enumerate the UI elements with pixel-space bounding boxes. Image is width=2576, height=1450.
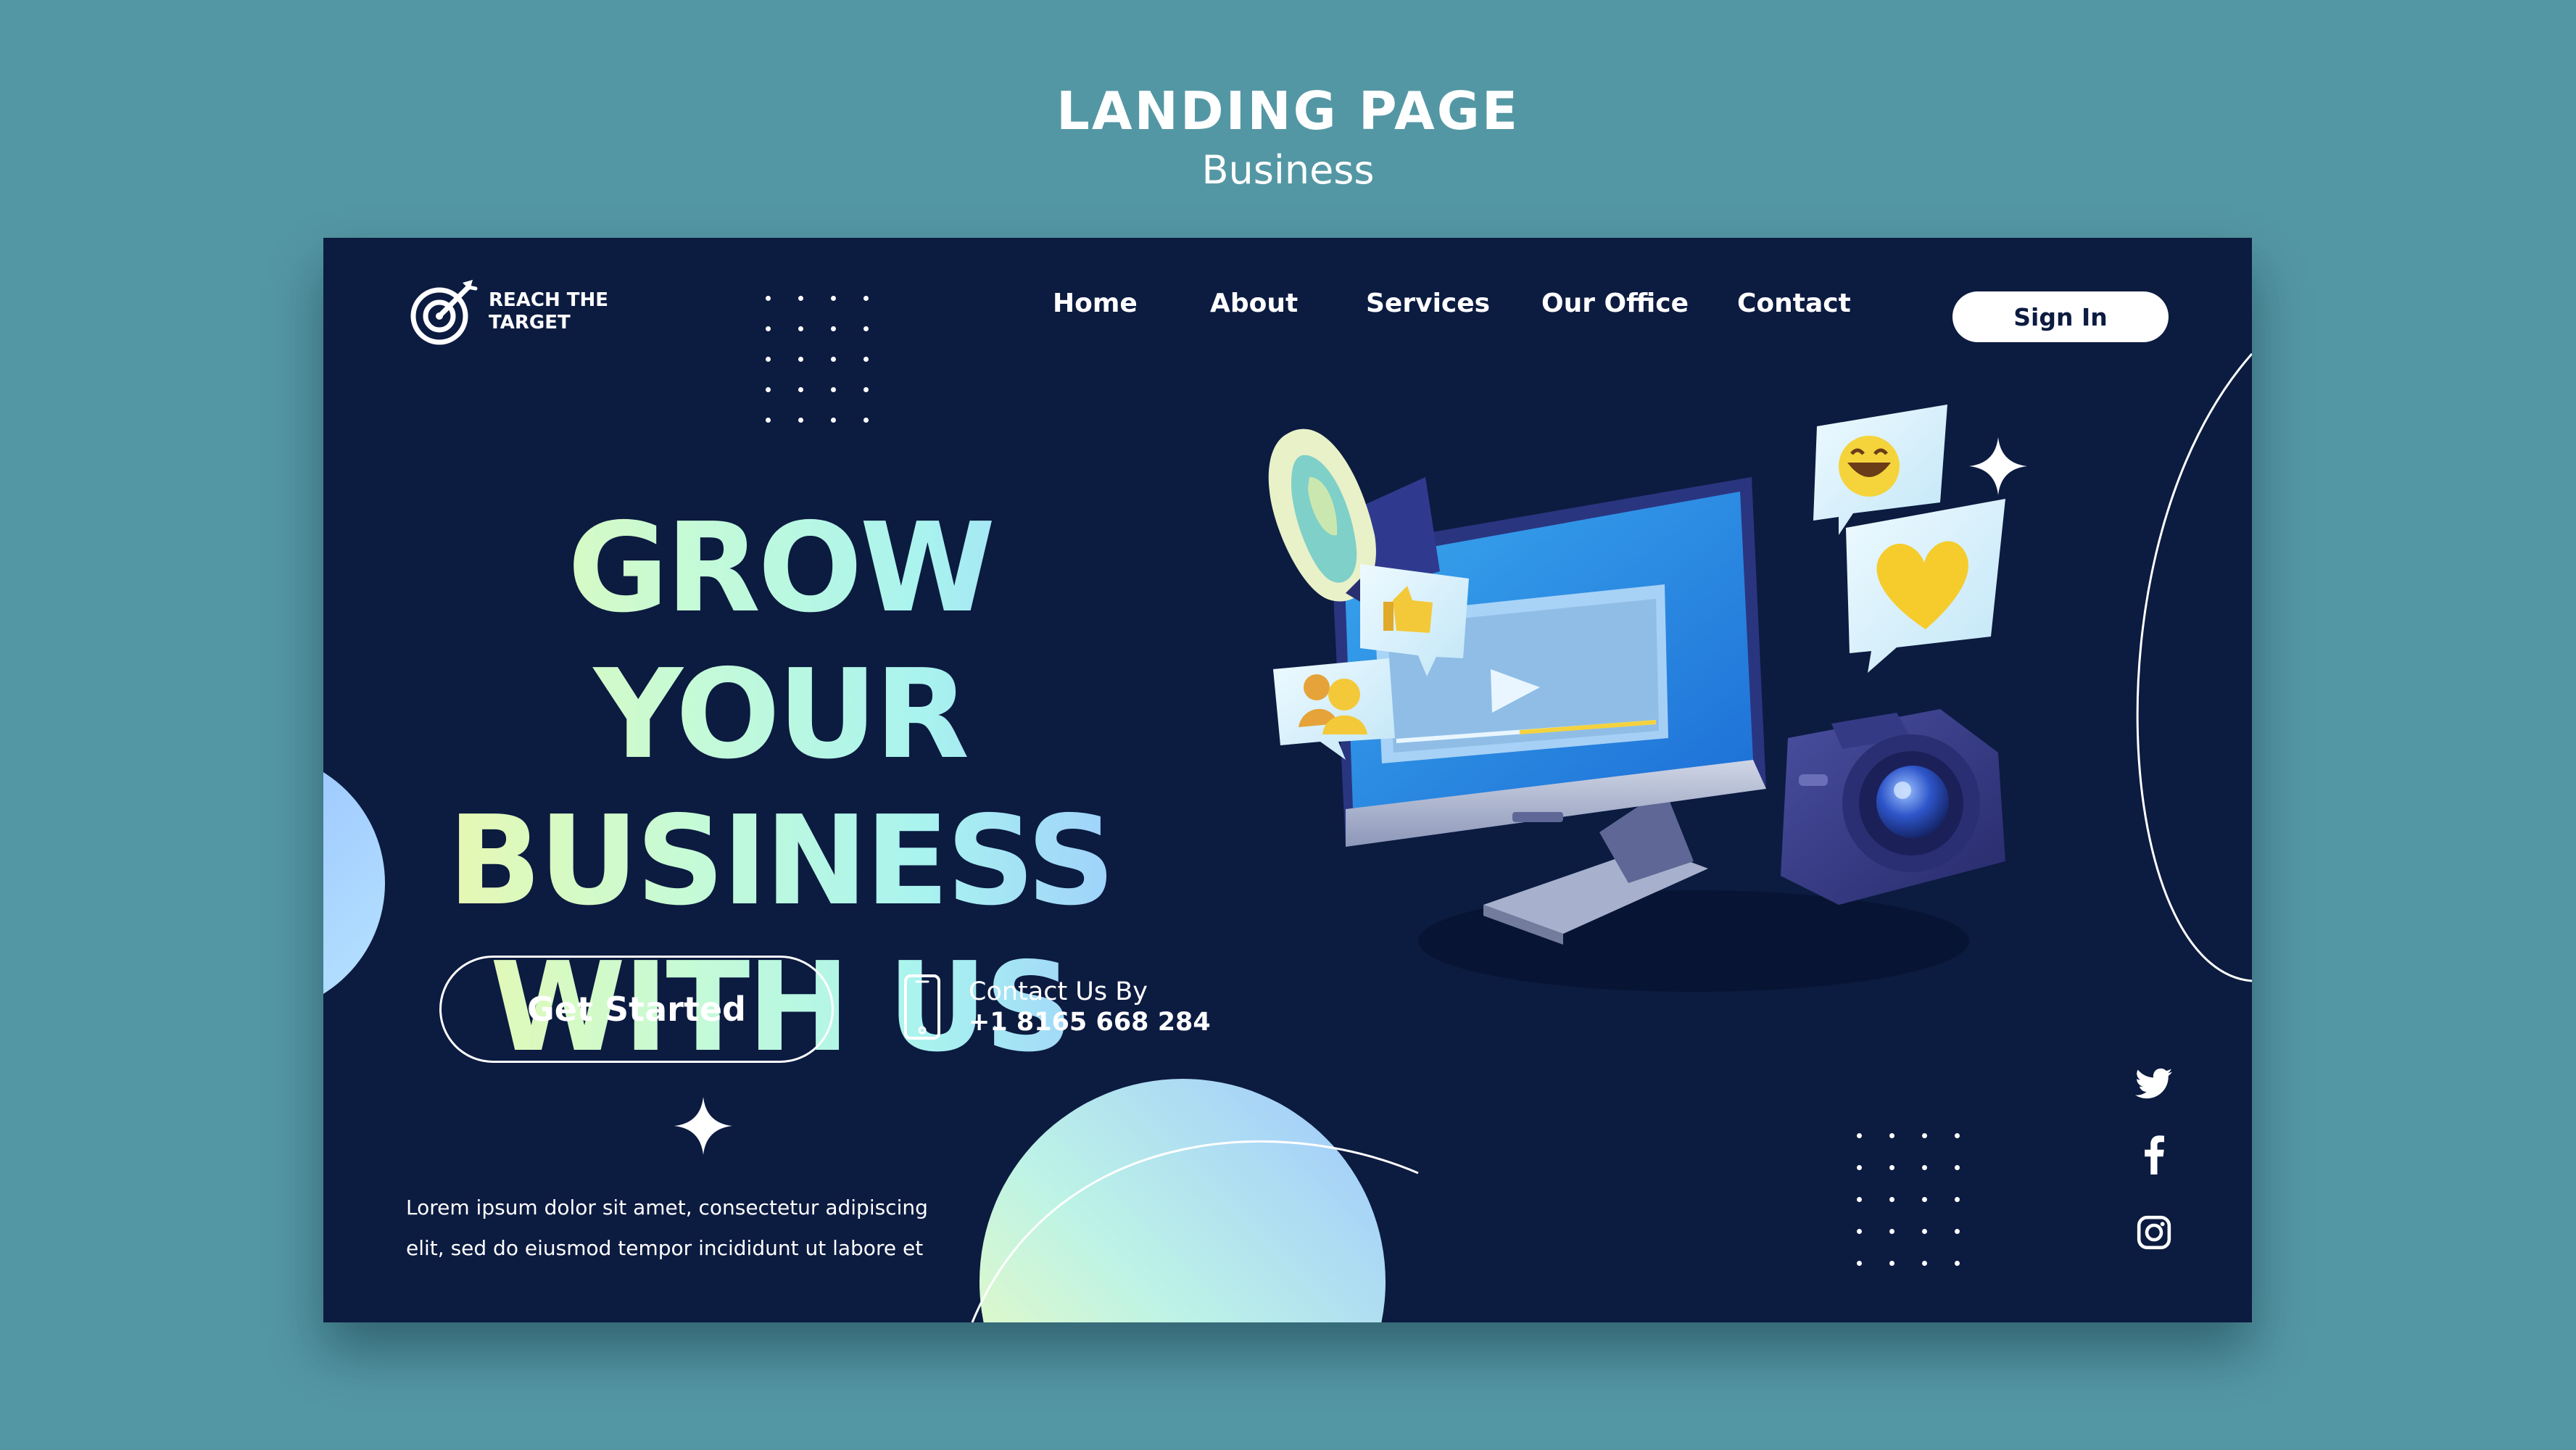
nav-our-office[interactable]: Our Office (1541, 289, 1689, 318)
hero-description: Lorem ipsum dolor sit amet, consectetur … (406, 1188, 1059, 1269)
headline-line: BUSINESS (381, 788, 1179, 935)
left-circle-shape (323, 772, 385, 994)
sign-in-button[interactable]: Sign In (1952, 291, 2169, 342)
dot-grid-decoration (766, 296, 869, 423)
target-arrow-icon (410, 280, 478, 345)
facebook-icon[interactable] (2132, 1133, 2176, 1177)
description-line: Lorem ipsum dolor sit amet, consectetur … (406, 1196, 928, 1219)
brand-logo[interactable]: REACH THE TARGET (406, 276, 626, 348)
contact-info: Contact Us By +1 8165 668 284 (903, 974, 1211, 1040)
right-arc-line (2136, 353, 2252, 982)
page-subtitle: Business (1201, 147, 1375, 193)
headline-line: GROW YOUR (381, 495, 1179, 788)
hero-illustration (1268, 405, 2005, 992)
landing-page-mockup: REACH THE TARGET Home About Services Our… (323, 238, 2252, 1322)
contact-label: Contact Us By (969, 977, 1148, 1006)
get-started-button[interactable]: Get Started (439, 956, 834, 1063)
dot-grid-decoration (1857, 1133, 1960, 1266)
nav-about[interactable]: About (1210, 289, 1298, 318)
page-title: LANDING PAGE (1056, 80, 1520, 141)
nav-services[interactable]: Services (1366, 289, 1490, 318)
smartphone-icon (904, 974, 940, 1040)
description-line: elit, sed do eiusmod tempor incididunt u… (406, 1236, 924, 1260)
sparkle-shape (674, 1097, 732, 1155)
contact-phone[interactable]: +1 8165 668 284 (969, 1007, 1211, 1037)
nav-home[interactable]: Home (1053, 289, 1138, 318)
twitter-icon[interactable] (2132, 1062, 2176, 1106)
heart-icon (1846, 499, 2005, 673)
brand-name: REACH THE TARGET (489, 289, 609, 334)
instagram-icon[interactable] (2132, 1211, 2176, 1254)
page-header: LANDING PAGE Business (0, 80, 2576, 196)
camera-icon (1781, 709, 2005, 905)
nav-contact[interactable]: Contact (1737, 289, 1851, 318)
